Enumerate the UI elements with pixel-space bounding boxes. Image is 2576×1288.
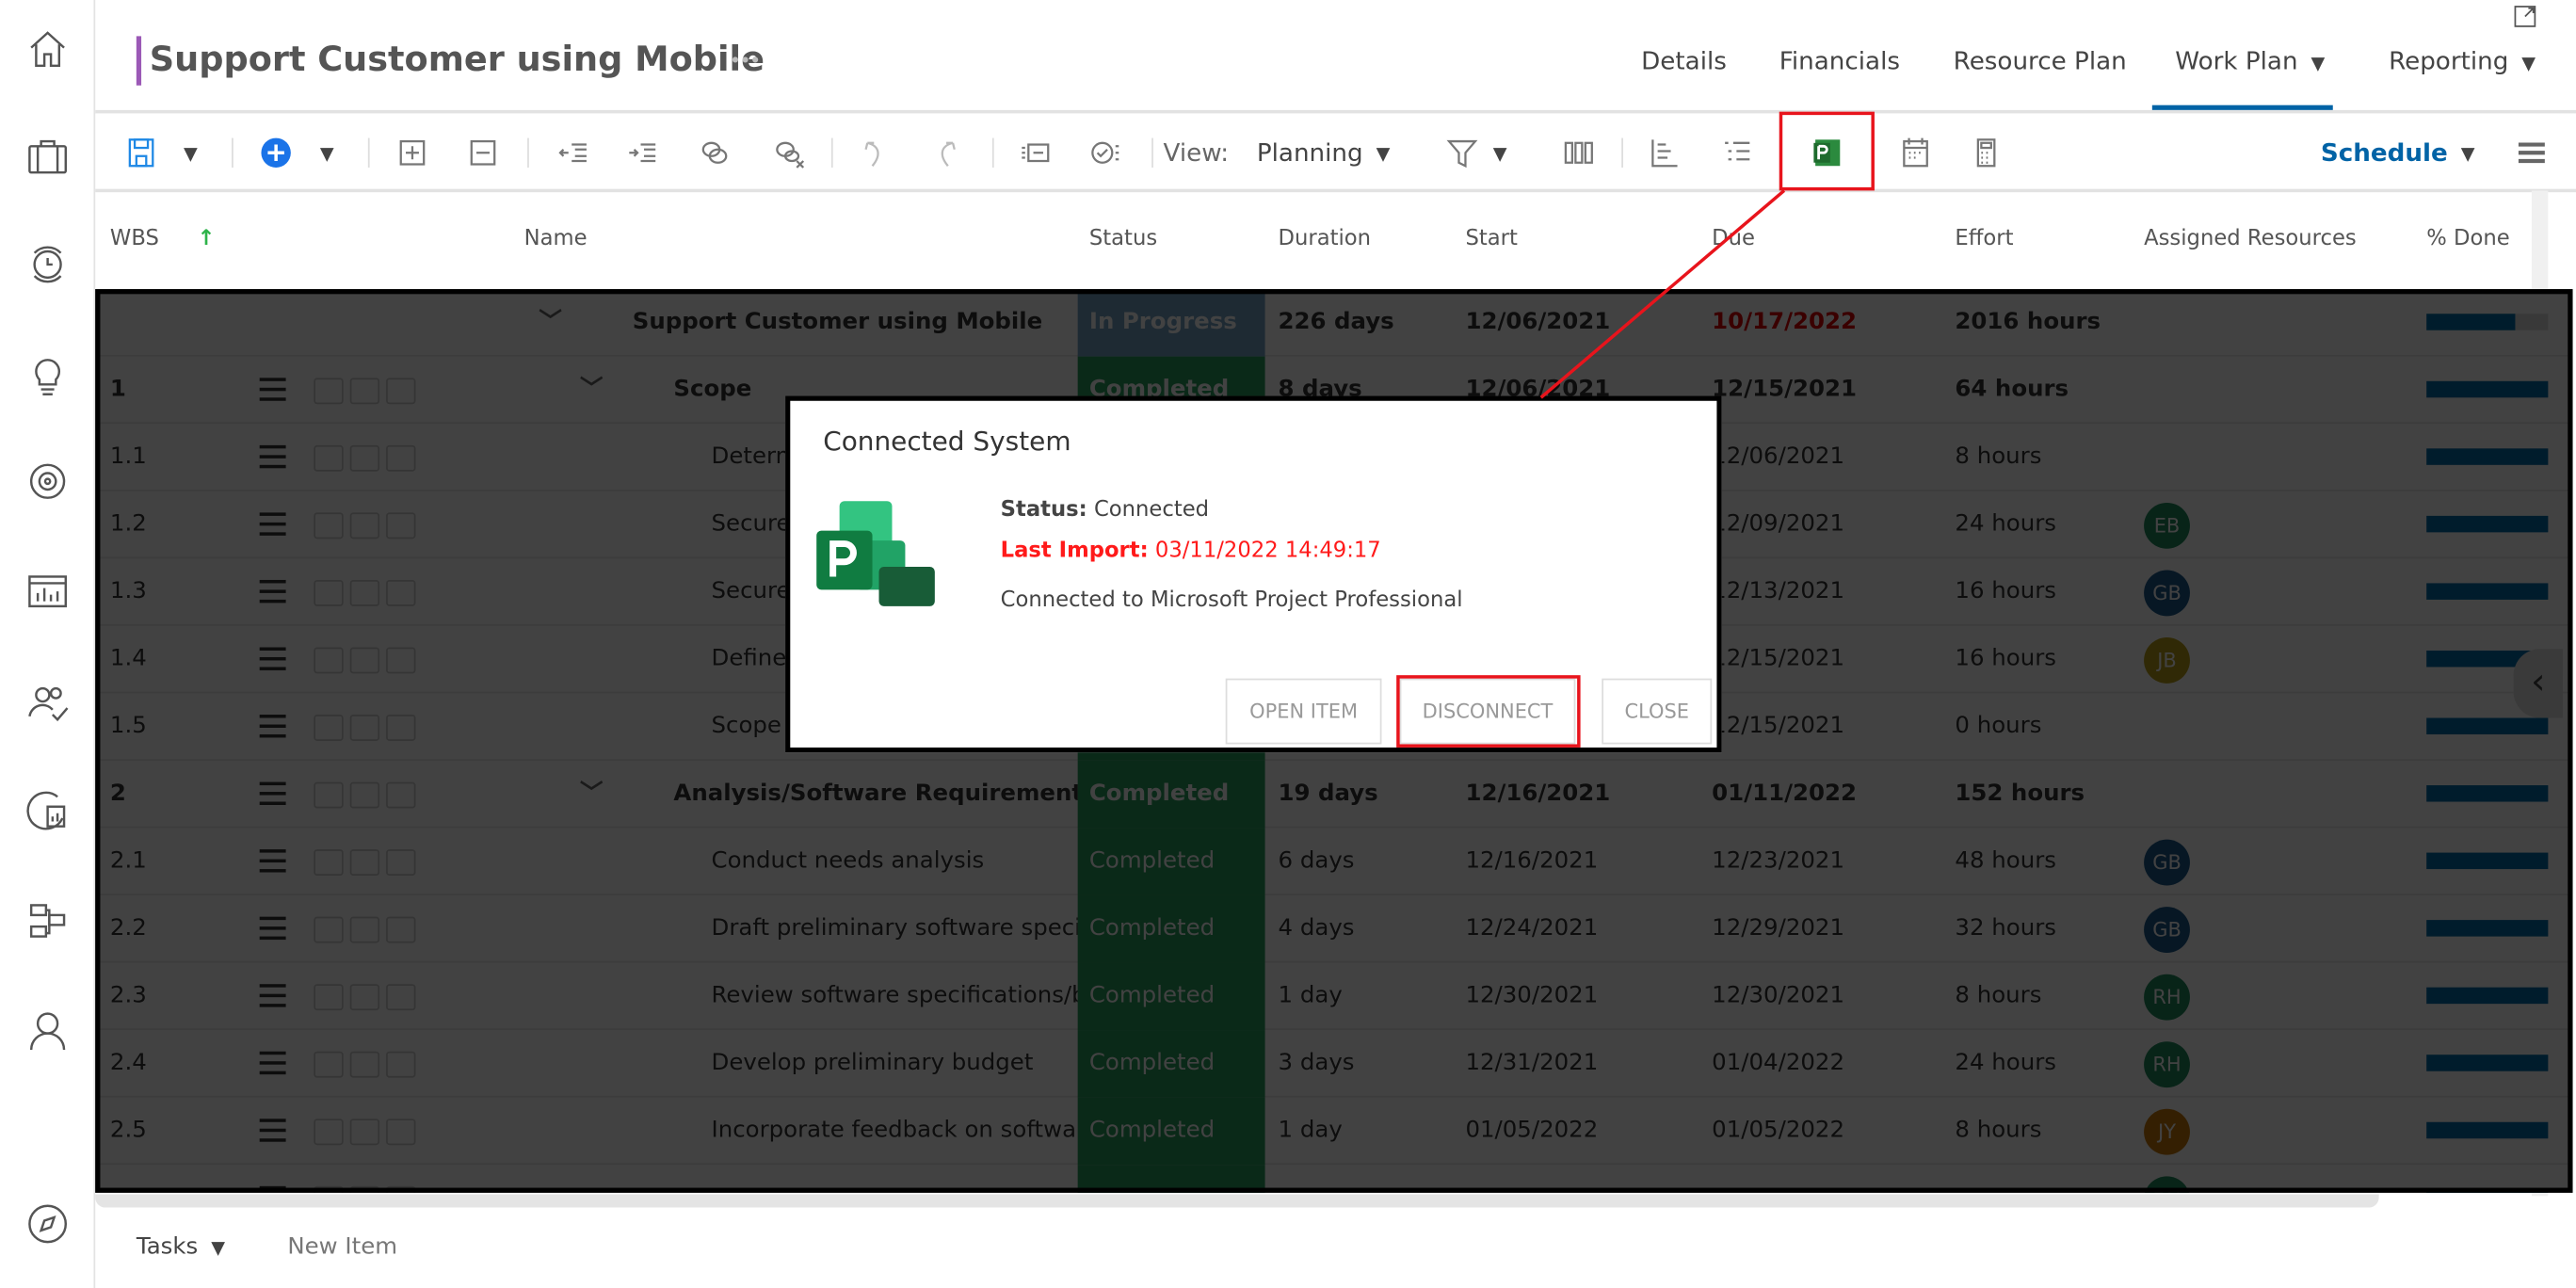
add-icon[interactable]	[258, 132, 294, 174]
collapse-panel-chevron-icon[interactable]: ‹	[2513, 649, 2564, 718]
column-header-duration[interactable]: Duration	[1279, 227, 1372, 251]
compass-icon[interactable]	[23, 1199, 72, 1248]
tab-financials[interactable]: Financials	[1779, 46, 1900, 75]
app: Support Customer using Mobile ••• Detail…	[0, 0, 2576, 1288]
outline-list-icon[interactable]	[1718, 132, 1754, 174]
idea-lightbulb-icon[interactable]	[23, 350, 72, 399]
column-header-wbs[interactable]: WBS	[110, 227, 159, 251]
tab-label: Reporting	[2389, 45, 2509, 76]
link-icon[interactable]	[697, 132, 733, 174]
view-label: View:	[1163, 137, 1230, 168]
column-header-name[interactable]: Name	[524, 227, 588, 251]
tab-details[interactable]: Details	[1641, 46, 1727, 75]
tab-work-plan[interactable]: Work Plan ▼	[2175, 46, 2325, 75]
redo-icon[interactable]	[930, 132, 963, 174]
undo-icon[interactable]	[858, 132, 891, 174]
annotation-highlight-box	[1779, 111, 1875, 191]
annotation-highlight-box	[1396, 675, 1581, 748]
column-header-start[interactable]: Start	[1465, 227, 1517, 251]
connection-message: Connected to Microsoft Project Professio…	[1000, 588, 1463, 613]
caret-down-icon: ▼	[211, 1236, 226, 1259]
collapse-all-icon[interactable]	[467, 132, 500, 174]
tasks-dropdown[interactable]: Tasks ▼	[137, 1233, 225, 1260]
caret-down-icon: ▼	[2310, 52, 2326, 74]
sort-ascending-icon[interactable]: ↑	[197, 227, 215, 251]
separator	[367, 137, 370, 168]
menu-icon[interactable]	[2514, 132, 2550, 174]
divider	[95, 188, 2576, 193]
title-accent	[136, 36, 142, 86]
org-chart-icon[interactable]	[23, 895, 72, 944]
caret-down-icon: ▼	[2521, 52, 2536, 74]
people-check-icon[interactable]	[23, 679, 72, 728]
separator	[830, 137, 833, 168]
report-icon[interactable]	[23, 785, 72, 834]
new-item-button[interactable]: New Item	[287, 1233, 397, 1260]
tasks-label: Tasks	[136, 1233, 199, 1261]
column-header-percent-done[interactable]: % Done	[2426, 227, 2509, 251]
page-title: Support Customer using Mobile	[149, 39, 765, 79]
briefcase-icon[interactable]	[23, 132, 72, 181]
tab-resource-plan[interactable]: Resource Plan	[1954, 46, 2127, 75]
sidebar	[0, 0, 96, 1288]
calendar-sync-icon[interactable]	[1896, 132, 1936, 174]
connected-system-dialog: Connected System Status: Connected Last …	[785, 395, 1722, 753]
save-icon[interactable]	[123, 132, 159, 174]
column-header-status[interactable]: Status	[1089, 227, 1157, 251]
schedule-label: Schedule	[2320, 137, 2448, 168]
tab-label: Details	[1641, 45, 1727, 76]
close-button[interactable]: CLOSE	[1602, 678, 1713, 745]
caret-down-icon: ▼	[2460, 141, 2475, 164]
separator	[1151, 137, 1153, 168]
schedule-dropdown[interactable]: Schedule ▼	[2320, 132, 2476, 174]
column-header-assigned-resources[interactable]: Assigned Resources	[2144, 227, 2357, 251]
expand-window-icon[interactable]	[2514, 3, 2536, 27]
timesheet-clock-icon[interactable]	[23, 238, 72, 287]
tab-label: Resource Plan	[1953, 45, 2127, 76]
dialog-title: Connected System	[823, 425, 1071, 458]
last-import-value: 03/11/2022 14:49:17	[1154, 539, 1381, 564]
columns-icon[interactable]	[1561, 132, 1597, 174]
status-value: Connected	[1093, 497, 1210, 523]
user-icon[interactable]	[23, 1006, 72, 1055]
calculator-icon[interactable]	[1970, 132, 2003, 174]
expand-all-icon[interactable]	[396, 132, 429, 174]
open-item-button[interactable]: OPEN ITEM	[1225, 678, 1382, 745]
add-dropdown-icon[interactable]: ▼	[314, 132, 340, 174]
task-details-icon[interactable]	[1017, 132, 1053, 174]
tab-label: Work Plan	[2175, 45, 2298, 76]
last-import-label: Last Import:	[1000, 539, 1149, 564]
outdent-icon[interactable]	[555, 132, 591, 174]
indent-icon[interactable]	[624, 132, 660, 174]
gantt-icon[interactable]	[1648, 132, 1681, 174]
column-header-due[interactable]: Due	[1712, 227, 1755, 251]
checklist-icon[interactable]	[1087, 132, 1123, 174]
filter-icon[interactable]	[1442, 132, 1482, 174]
status-line: Status: Connected	[1001, 498, 1209, 523]
save-dropdown-icon[interactable]: ▼	[177, 132, 203, 174]
view-select[interactable]: Planning ▼	[1257, 132, 1405, 174]
horizontal-scrollbar[interactable]	[95, 1194, 2379, 1208]
status-label: Status:	[1000, 497, 1087, 523]
dashboard-chart-icon[interactable]	[23, 567, 72, 616]
home-icon[interactable]	[23, 24, 72, 73]
tab-reporting[interactable]: Reporting ▼	[2389, 46, 2536, 75]
column-header-effort[interactable]: Effort	[1955, 227, 2013, 251]
caret-down-icon: ▼	[1376, 141, 1391, 164]
more-options-icon[interactable]: •••	[730, 49, 762, 72]
separator	[1621, 137, 1623, 168]
target-icon[interactable]	[23, 457, 72, 506]
view-value: Planning	[1256, 137, 1363, 168]
tab-label: Financials	[1779, 45, 1900, 76]
divider	[95, 109, 2576, 114]
separator	[232, 137, 233, 168]
ms-project-logo-icon	[813, 498, 939, 610]
unlink-icon[interactable]	[770, 132, 806, 174]
separator	[991, 137, 994, 168]
last-import-line: Last Import: 03/11/2022 14:49:17	[1001, 539, 1381, 563]
separator	[527, 137, 529, 168]
filter-dropdown-icon[interactable]: ▼	[1487, 132, 1513, 174]
